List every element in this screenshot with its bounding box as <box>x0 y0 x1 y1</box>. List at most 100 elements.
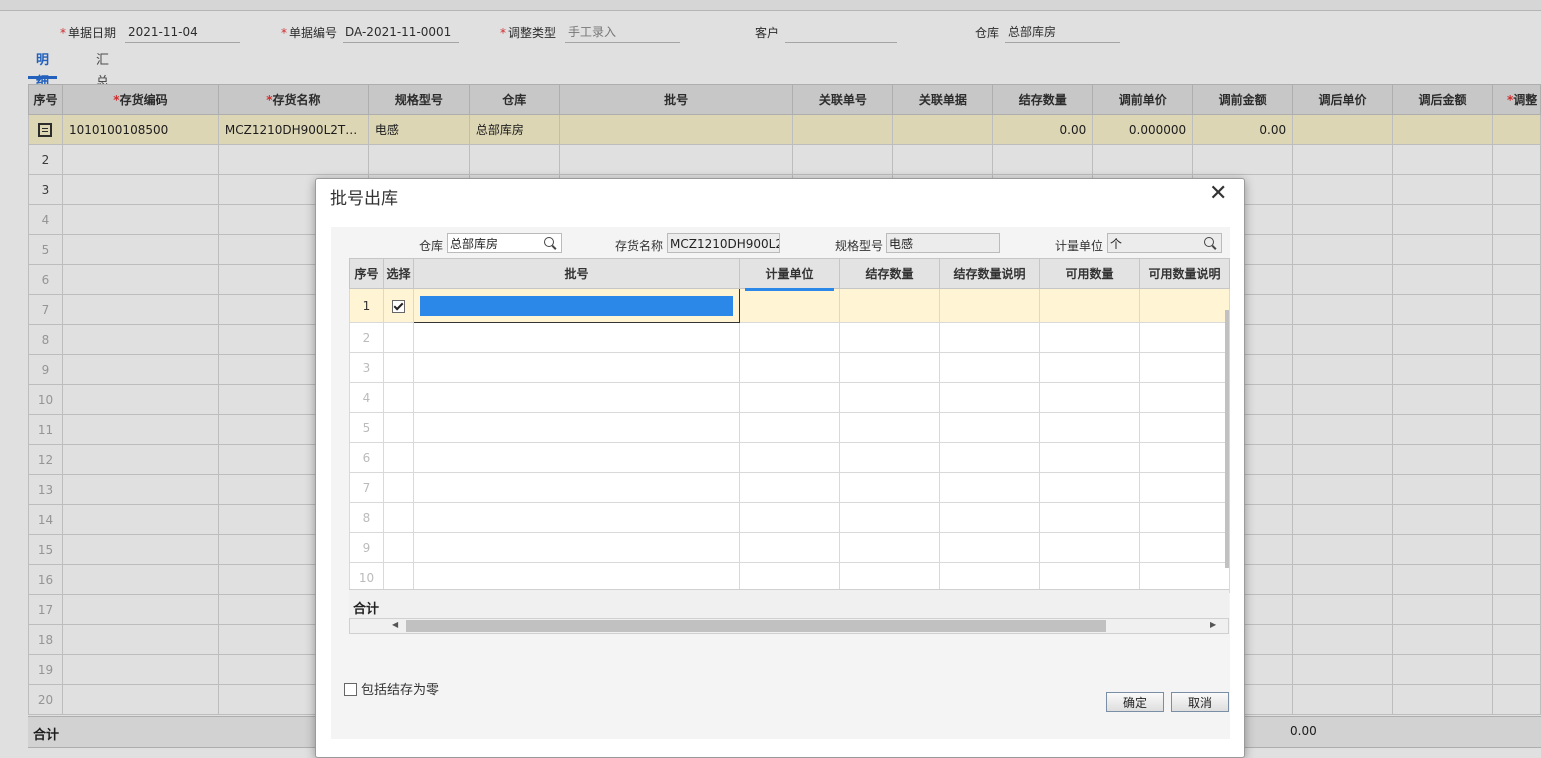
grid-cell[interactable] <box>413 442 740 473</box>
table-row[interactable]: 9 <box>349 532 1230 563</box>
grid-cell[interactable] <box>839 532 940 563</box>
grid-cell[interactable] <box>1039 472 1140 503</box>
table-row[interactable]: 4 <box>349 382 1230 413</box>
grid-cell[interactable] <box>939 442 1040 473</box>
grid-cell[interactable] <box>1039 562 1140 593</box>
cell-avail-qty-note[interactable] <box>1139 288 1230 323</box>
cell-unit[interactable] <box>739 288 840 323</box>
grid-cell[interactable] <box>839 562 940 593</box>
grid-cell[interactable] <box>839 352 940 383</box>
grid-cell[interactable] <box>413 322 740 353</box>
grid-cell[interactable] <box>939 382 1040 413</box>
horizontal-scrollbar[interactable]: ◀ ▶ <box>349 618 1229 634</box>
ok-button[interactable]: 确定 <box>1106 692 1164 712</box>
grid-cell[interactable] <box>383 322 414 353</box>
cell-stock-qty[interactable] <box>839 288 940 323</box>
grid-cell[interactable] <box>1039 442 1140 473</box>
grid-cell[interactable] <box>383 502 414 533</box>
grid-cell[interactable] <box>383 442 414 473</box>
grid-cell[interactable] <box>1039 322 1140 353</box>
col-avail-qty[interactable]: 可用数量 <box>1039 258 1140 289</box>
grid-cell[interactable] <box>1039 382 1140 413</box>
grid-cell[interactable] <box>739 502 840 533</box>
scroll-right-icon[interactable]: ▶ <box>1210 620 1216 629</box>
grid-cell[interactable] <box>413 472 740 503</box>
grid-cell[interactable] <box>939 472 1040 503</box>
grid-cell[interactable] <box>739 562 840 593</box>
grid-cell[interactable] <box>739 352 840 383</box>
grid-cell[interactable] <box>413 382 740 413</box>
grid-cell[interactable] <box>939 322 1040 353</box>
grid-cell[interactable] <box>1139 442 1230 473</box>
grid-cell[interactable] <box>739 382 840 413</box>
grid-cell[interactable] <box>939 562 1040 593</box>
grid-cell[interactable] <box>839 412 940 443</box>
grid-cell[interactable] <box>839 382 940 413</box>
grid-cell[interactable] <box>413 502 740 533</box>
cell-stock-qty-note[interactable] <box>939 288 1040 323</box>
table-row[interactable]: 10 <box>349 562 1230 593</box>
grid-cell[interactable] <box>839 502 940 533</box>
grid-cell[interactable] <box>1039 532 1140 563</box>
grid-cell[interactable] <box>739 412 840 443</box>
close-icon[interactable]: ✕ <box>1209 181 1227 207</box>
grid-cell[interactable] <box>1139 412 1230 443</box>
grid-cell[interactable] <box>1039 502 1140 533</box>
grid-cell[interactable] <box>739 322 840 353</box>
grid-cell[interactable] <box>739 442 840 473</box>
grid-cell[interactable] <box>839 442 940 473</box>
grid-cell[interactable] <box>383 472 414 503</box>
search-icon[interactable] <box>1204 237 1215 248</box>
table-row[interactable]: 6 <box>349 442 1230 473</box>
grid-cell[interactable] <box>413 532 740 563</box>
col-avail-qty-note[interactable]: 可用数量说明 <box>1139 258 1230 289</box>
grid-cell[interactable] <box>1139 322 1230 353</box>
grid-cell[interactable] <box>1139 472 1230 503</box>
vertical-scrollbar[interactable] <box>1225 310 1229 568</box>
grid-cell[interactable] <box>413 562 740 593</box>
scroll-thumb[interactable] <box>406 620 1106 632</box>
grid-cell[interactable] <box>739 472 840 503</box>
grid-cell[interactable] <box>939 352 1040 383</box>
grid-cell[interactable] <box>1139 352 1230 383</box>
grid-cell[interactable] <box>1039 412 1140 443</box>
grid-cell[interactable] <box>383 562 414 593</box>
include-zero-option[interactable]: 包括结存为零 <box>344 679 439 698</box>
col-batch[interactable]: 批号 <box>413 258 740 289</box>
table-row[interactable]: 8 <box>349 502 1230 533</box>
grid-cell[interactable] <box>939 412 1040 443</box>
grid-cell[interactable] <box>839 322 940 353</box>
grid-cell[interactable] <box>383 532 414 563</box>
grid-cell[interactable] <box>383 412 414 443</box>
table-row[interactable]: 1 <box>349 288 1230 323</box>
batch-edit-cell[interactable] <box>413 288 740 323</box>
grid-cell[interactable] <box>383 382 414 413</box>
select-checkbox[interactable] <box>383 288 414 323</box>
grid-cell[interactable] <box>1139 382 1230 413</box>
col-stock-qty[interactable]: 结存数量 <box>839 258 940 289</box>
grid-cell[interactable] <box>939 502 1040 533</box>
cell-avail-qty[interactable] <box>1039 288 1140 323</box>
table-row[interactable]: 3 <box>349 352 1230 383</box>
grid-cell[interactable] <box>1139 532 1230 563</box>
grid-cell[interactable] <box>413 352 740 383</box>
grid-cell[interactable] <box>739 532 840 563</box>
grid-cell[interactable] <box>413 412 740 443</box>
table-row[interactable]: 5 <box>349 412 1230 443</box>
table-row[interactable]: 7 <box>349 472 1230 503</box>
grid-cell[interactable] <box>939 532 1040 563</box>
table-row[interactable]: 2 <box>349 322 1230 353</box>
cancel-button[interactable]: 取消 <box>1171 692 1229 712</box>
checkbox-unchecked-icon[interactable] <box>344 683 357 696</box>
checkbox-checked-icon[interactable] <box>392 299 405 313</box>
grid-cell[interactable] <box>1139 502 1230 533</box>
col-select[interactable]: 选择 <box>383 258 414 289</box>
col-stock-qty-note[interactable]: 结存数量说明 <box>939 258 1040 289</box>
grid-cell[interactable] <box>839 472 940 503</box>
batch-input-selected[interactable] <box>420 295 733 316</box>
col-unit[interactable]: 计量单位 <box>739 258 840 289</box>
scroll-left-icon[interactable]: ◀ <box>392 620 398 629</box>
grid-cell[interactable] <box>1139 562 1230 593</box>
grid-cell[interactable] <box>383 352 414 383</box>
grid-cell[interactable] <box>1039 352 1140 383</box>
